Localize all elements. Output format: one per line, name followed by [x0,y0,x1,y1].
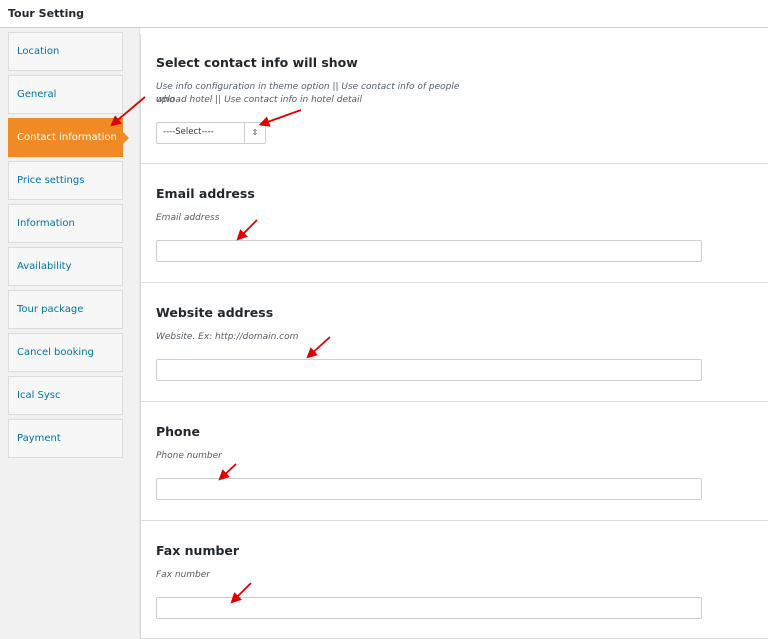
website-field[interactable] [156,359,702,381]
contact-info-title: Select contact info will show [156,55,358,70]
settings-sidebar: Location General Contact information Pri… [0,28,140,639]
website-desc: Website. Ex: http://domain.com [156,332,299,342]
sidebar-tab-payment[interactable]: Payment [8,419,123,458]
select-value: ----Select---- [163,127,214,137]
sidebar-tab-information[interactable]: Information [8,204,123,243]
phone-title: Phone [156,424,201,439]
phone-field[interactable] [156,478,702,500]
sidebar-tab-tour-package[interactable]: Tour package [8,290,123,329]
fax-field[interactable] [156,597,702,619]
email-desc: Email address [156,213,220,223]
page-header: Tour Setting [0,0,768,28]
fax-section: Fax number Fax number [141,521,768,639]
email-title: Email address [156,186,255,201]
contact-info-section: Select contact info will show Use info c… [141,34,768,164]
page-title: Tour Setting [8,7,85,20]
settings-content: Select contact info will show Use info c… [140,34,768,639]
website-title: Website address [156,305,274,320]
sidebar-tab-ical-sysc[interactable]: Ical Sysc [8,376,123,415]
updown-arrows-icon: ⇕ [244,123,265,143]
contact-info-select[interactable]: ----Select---- ⇕ [156,122,266,144]
sidebar-tab-availability[interactable]: Availability [8,247,123,286]
email-field[interactable] [156,240,702,262]
fax-desc: Fax number [156,570,211,580]
phone-section: Phone Phone number [141,402,768,521]
sidebar-tab-price-settings[interactable]: Price settings [8,161,123,200]
sidebar-tab-cancel-booking[interactable]: Cancel booking [8,333,123,372]
fax-title: Fax number [156,543,240,558]
sidebar-tab-location[interactable]: Location [8,32,123,71]
contact-info-desc-line2: upload hotel || Use contact info in hote… [156,95,363,105]
sidebar-tab-general[interactable]: General [8,75,123,114]
phone-desc: Phone number [156,451,222,461]
sidebar-tab-contact-information[interactable]: Contact information [8,118,129,157]
website-section: Website address Website. Ex: http://doma… [141,283,768,402]
email-section: Email address Email address [141,164,768,283]
